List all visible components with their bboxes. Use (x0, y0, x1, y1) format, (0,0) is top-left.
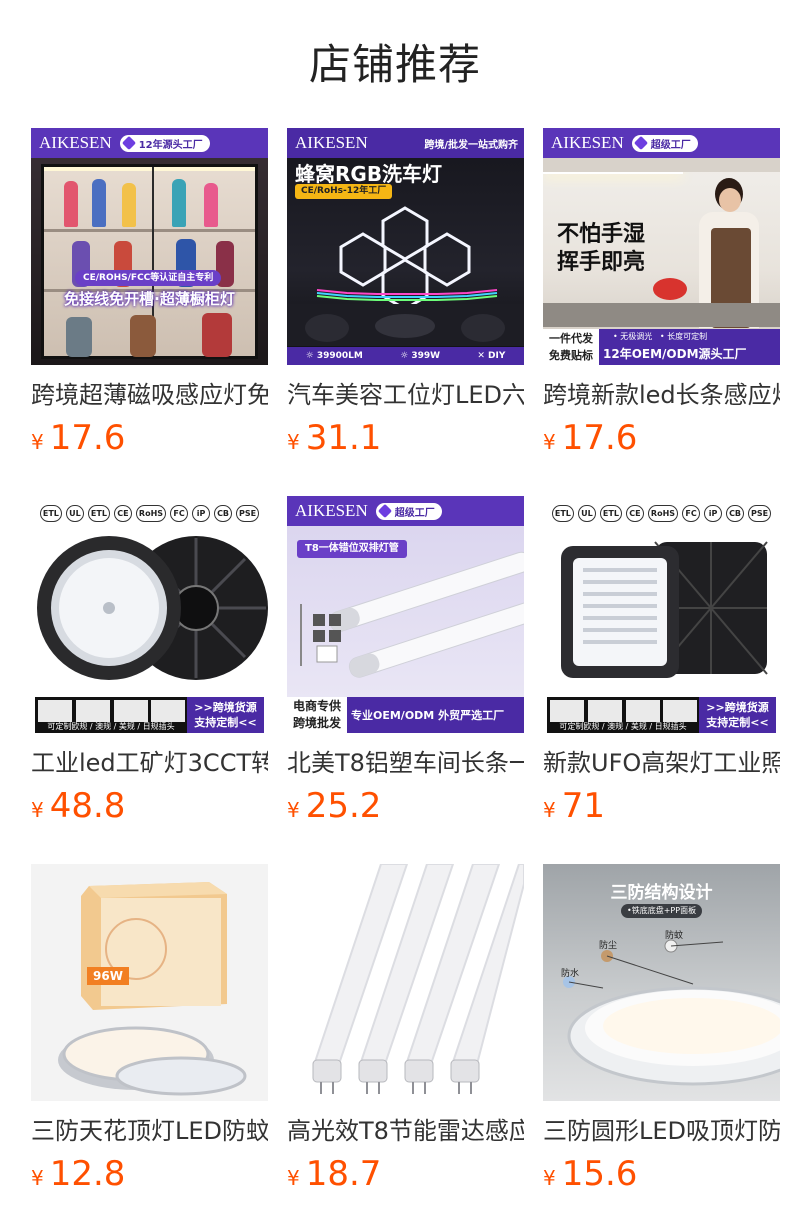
power-icon: ☼ (400, 351, 409, 361)
product-image[interactable]: AIKESEN 超级工厂 T8一体错位双排灯管 电商专供 跨境批发 专业OEM/O… (287, 496, 524, 733)
product-card[interactable]: AIKESEN 超级工厂 不怕手湿 挥手即亮 一件代发 免费贴标 • 无极调光 •… (543, 128, 780, 458)
product-price: ¥18.7 (287, 1154, 382, 1194)
display-case (41, 164, 258, 359)
callout-water: 防水 (561, 969, 580, 979)
product-image[interactable] (287, 864, 524, 1101)
image-line2: 挥手即亮 (557, 250, 646, 275)
product-name[interactable]: 三防圆形LED吸顶灯防水防尘 (543, 1114, 780, 1148)
callout-mosquito: 防蚊 (665, 931, 684, 941)
product-price: ¥17.6 (31, 418, 126, 458)
plug-strip: 可定制欧规 / 澳规 / 美规 / 日规插头 >>跨境货源 支持定制<< (35, 697, 264, 733)
product-card[interactable]: 96W 三防天花顶灯LED防蚊防尘防水 ¥12.8 (31, 864, 268, 1194)
counter (543, 303, 780, 327)
ceiling-light-box (58, 882, 247, 1096)
product-name[interactable]: 跨境超薄磁吸感应灯免接线免开槽超薄橱柜灯 (31, 378, 268, 412)
product-name[interactable]: 北美T8铝塑车间长条一体化灯管 (287, 746, 524, 780)
product-name[interactable]: 工业led工矿灯3CCT转换UFO工矿灯 (31, 746, 268, 780)
product-image[interactable]: AIKESEN 超级工厂 不怕手湿 挥手即亮 一件代发 免费贴标 • 无极调光 •… (543, 128, 780, 365)
image-caption: 免接线免开槽·超薄橱柜灯 (64, 290, 235, 308)
product-card[interactable]: AIKESEN 超级工厂 T8一体错位双排灯管 电商专供 跨境批发 专业OEM/O… (287, 496, 524, 826)
product-price: ¥48.8 (31, 786, 126, 826)
product-price: ¥15.6 (543, 1154, 638, 1194)
product-name[interactable]: 跨境新款led长条感应灯挥手即亮 (543, 378, 780, 412)
cert-pill: CE/ROHS/FCC等认证自主专利 (75, 270, 222, 286)
product-card[interactable]: ETL UL ETL CE RoHS FC iP CB PSE 可定制欧规 / 澳规 / 美规 … (31, 496, 268, 826)
product-price: ¥25.2 (287, 786, 382, 826)
gem-icon (121, 135, 136, 151)
brand-bar: AIKESEN 12年源头工厂 (31, 128, 268, 158)
brand-logo: AIKESEN (551, 133, 624, 152)
callout-dust: 防尘 (599, 941, 618, 951)
bottom-bar: 电商专供 跨境批发 专业OEM/ODM 外贸严选工厂 (287, 697, 524, 733)
wattage-label: 96W (87, 967, 129, 985)
oem-text: 12年OEM/ODM源头工厂 (603, 347, 747, 361)
product-card[interactable]: ETL UL ETL CE RoHS FC iP CB PSE 可定制欧规 / 澳规 / 美规 … (543, 496, 780, 826)
product-card[interactable]: AIKESEN 跨境/批发一站式购齐 蜂窝RGB洗车灯 CE/RoHs-12年工… (287, 128, 524, 458)
t8-radar-tubes (312, 864, 524, 1094)
product-image[interactable]: ETL UL ETL CE RoHS FC iP CB PSE 可定制欧规 / 澳规 / 美规 … (31, 496, 268, 733)
plug-strip: 可定制欧规 / 澳规 / 美规 / 日规插头 >>跨境货源 支持定制<< (547, 697, 776, 733)
product-name[interactable]: 高光效T8节能雷达感应灯管 (287, 1114, 524, 1148)
product-image[interactable]: 96W (31, 864, 268, 1101)
factory-badge: 12年源头工厂 (119, 134, 210, 152)
oem-text: 专业OEM/ODM 外贸严选工厂 (351, 709, 505, 722)
product-price: ¥17.6 (543, 418, 638, 458)
lumen-icon: ☼ (305, 351, 314, 361)
product-image[interactable]: ETL UL ETL CE RoHS FC iP CB PSE 可定制欧规 / 澳规 / 美规 … (543, 496, 780, 733)
brand-bar: AIKESEN 超级工厂 (543, 128, 780, 158)
product-image[interactable]: 三防结构设计 •铁底底盘+PP面板 防尘 防蚊 防水 (543, 864, 780, 1101)
product-price: ¥12.8 (31, 1154, 126, 1194)
factory-badge: 超级工厂 (631, 134, 698, 152)
product-card[interactable]: 高光效T8节能雷达感应灯管 ¥18.7 (287, 864, 524, 1194)
cabinet (543, 158, 780, 172)
product-name[interactable]: 三防天花顶灯LED防蚊防尘防水 (31, 1114, 268, 1148)
product-price: ¥31.1 (287, 418, 382, 458)
veg (653, 278, 687, 300)
product-card[interactable]: 三防结构设计 •铁底底盘+PP面板 防尘 防蚊 防水 三防圆形LED吸顶灯防水防… (543, 864, 780, 1194)
product-name[interactable]: 新款UFO高架灯工业照明灯 (543, 746, 780, 780)
hexagon-lights (287, 206, 524, 346)
page-title: 店铺推荐 (308, 40, 481, 89)
product-image[interactable]: AIKESEN 12年源头工厂 CE/ROHS/FCC等认证自主专利 免接线免开… (31, 128, 268, 365)
product-price: ¥71 (543, 786, 605, 826)
round-ceiling-light (563, 939, 780, 1086)
spec-bar: ☼ 39900LM ☼ 399W ✕ DIY (287, 347, 524, 365)
brand-logo: AIKESEN (39, 133, 112, 152)
product-image[interactable]: AIKESEN 跨境/批发一站式购齐 蜂窝RGB洗车灯 CE/RoHs-12年工… (287, 128, 524, 365)
diy-icon: ✕ (477, 351, 485, 361)
gem-icon (633, 135, 648, 151)
feature-bar: 一件代发 免费贴标 • 无极调光 • 长度可定制 12年OEM/ODM源头工厂 (543, 329, 780, 365)
product-card[interactable]: AIKESEN 12年源头工厂 CE/ROHS/FCC等认证自主专利 免接线免开… (31, 128, 268, 458)
product-name[interactable]: 汽车美容工位灯LED六边形蜂窝洗车灯 (287, 378, 524, 412)
